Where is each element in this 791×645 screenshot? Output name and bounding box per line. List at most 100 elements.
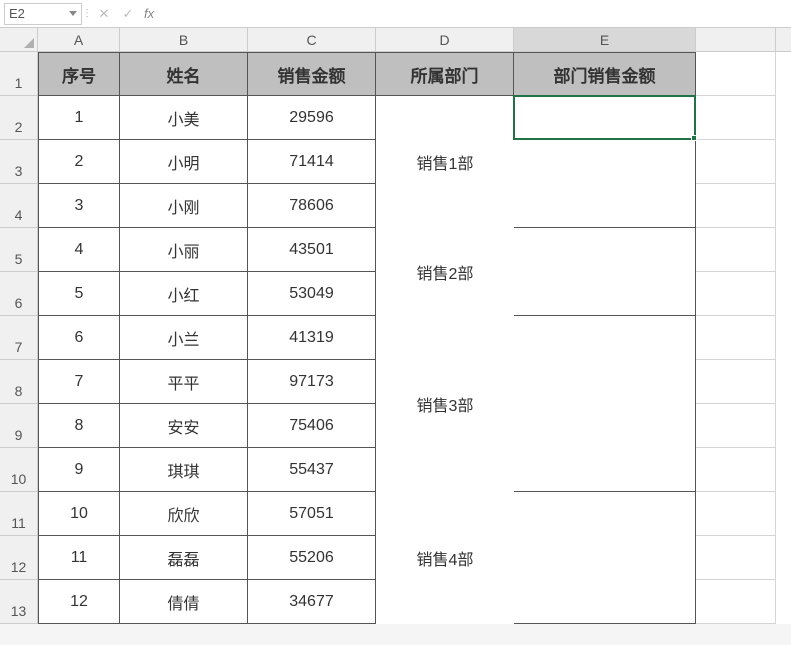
empty-cell[interactable] bbox=[696, 228, 776, 272]
cell-seq[interactable]: 2 bbox=[38, 140, 120, 184]
empty-cell[interactable] bbox=[696, 272, 776, 316]
select-all-corner[interactable] bbox=[0, 28, 38, 52]
cell-dept-amount-merged[interactable] bbox=[514, 96, 696, 140]
separator-icon: ⋮ bbox=[82, 8, 92, 19]
row-header[interactable]: 1 bbox=[0, 52, 38, 96]
cell-amount[interactable]: 41319 bbox=[248, 316, 376, 360]
cell-amount[interactable]: 55437 bbox=[248, 448, 376, 492]
cell-seq[interactable]: 6 bbox=[38, 316, 120, 360]
row-header[interactable]: 4 bbox=[0, 184, 38, 228]
cell-name[interactable]: 欣欣 bbox=[120, 492, 248, 536]
row-headers: 1 2 3 4 5 6 7 8 9 10 11 12 13 bbox=[0, 52, 38, 624]
cell-dept-amount-merged[interactable] bbox=[514, 360, 696, 404]
dept-label-4[interactable]: 销售4部 bbox=[376, 492, 514, 624]
col-header-blank[interactable] bbox=[696, 28, 776, 51]
cell-seq[interactable]: 11 bbox=[38, 536, 120, 580]
name-box-text: E2 bbox=[9, 6, 25, 21]
row-header[interactable]: 2 bbox=[0, 96, 38, 140]
cell-name[interactable]: 倩倩 bbox=[120, 580, 248, 624]
cell-name[interactable]: 小红 bbox=[120, 272, 248, 316]
cell-name[interactable]: 琪琪 bbox=[120, 448, 248, 492]
row-header[interactable]: 3 bbox=[0, 140, 38, 184]
row-header[interactable]: 8 bbox=[0, 360, 38, 404]
empty-cell[interactable] bbox=[696, 52, 776, 96]
empty-cell[interactable] bbox=[696, 96, 776, 140]
cell-dept-amount-merged[interactable] bbox=[514, 536, 696, 580]
dept-label-1[interactable]: 销售1部 bbox=[376, 96, 514, 228]
cell-name[interactable]: 小明 bbox=[120, 140, 248, 184]
empty-cell[interactable] bbox=[696, 492, 776, 536]
row-header[interactable]: 6 bbox=[0, 272, 38, 316]
cell-seq[interactable]: 4 bbox=[38, 228, 120, 272]
row-header[interactable]: 9 bbox=[0, 404, 38, 448]
cell-name[interactable]: 小丽 bbox=[120, 228, 248, 272]
col-header-b[interactable]: B bbox=[120, 28, 248, 51]
cell-amount[interactable]: 71414 bbox=[248, 140, 376, 184]
cell-dept-amount-merged[interactable] bbox=[514, 316, 696, 360]
cell-seq[interactable]: 8 bbox=[38, 404, 120, 448]
row-header[interactable]: 11 bbox=[0, 492, 38, 536]
cell-seq[interactable]: 1 bbox=[38, 96, 120, 140]
cell-name[interactable]: 小刚 bbox=[120, 184, 248, 228]
col-header-c[interactable]: C bbox=[248, 28, 376, 51]
cell-amount[interactable]: 53049 bbox=[248, 272, 376, 316]
header-dept[interactable]: 所属部门 bbox=[376, 52, 514, 96]
dropdown-icon[interactable] bbox=[69, 11, 77, 16]
row-header[interactable]: 10 bbox=[0, 448, 38, 492]
cell-amount[interactable]: 55206 bbox=[248, 536, 376, 580]
cell-seq[interactable]: 3 bbox=[38, 184, 120, 228]
fx-icon[interactable]: fx bbox=[140, 6, 158, 21]
cell-name[interactable]: 小美 bbox=[120, 96, 248, 140]
col-header-a[interactable]: A bbox=[38, 28, 120, 51]
empty-cell[interactable] bbox=[696, 448, 776, 492]
header-amount[interactable]: 销售金额 bbox=[248, 52, 376, 96]
cell-amount[interactable]: 97173 bbox=[248, 360, 376, 404]
header-dept-amount[interactable]: 部门销售金额 bbox=[514, 52, 696, 96]
col-header-d[interactable]: D bbox=[376, 28, 514, 51]
cell-dept-amount-merged[interactable] bbox=[514, 448, 696, 492]
empty-cell[interactable] bbox=[696, 580, 776, 624]
cell-dept-amount-merged[interactable] bbox=[514, 580, 696, 624]
empty-cell[interactable] bbox=[696, 140, 776, 184]
cell-seq[interactable]: 10 bbox=[38, 492, 120, 536]
col-header-e[interactable]: E bbox=[514, 28, 696, 51]
header-name[interactable]: 姓名 bbox=[120, 52, 248, 96]
cell-dept-amount-merged[interactable] bbox=[514, 492, 696, 536]
empty-cell[interactable] bbox=[696, 184, 776, 228]
confirm-icon: ✓ bbox=[116, 3, 140, 25]
dept-label-2[interactable]: 销售2部 bbox=[376, 228, 514, 316]
cell-name[interactable]: 磊磊 bbox=[120, 536, 248, 580]
cell-seq[interactable]: 5 bbox=[38, 272, 120, 316]
row-header[interactable]: 7 bbox=[0, 316, 38, 360]
cell-amount[interactable]: 34677 bbox=[248, 580, 376, 624]
cell-amount[interactable]: 57051 bbox=[248, 492, 376, 536]
cell-dept-amount-merged[interactable] bbox=[514, 228, 696, 272]
formula-input[interactable] bbox=[162, 3, 787, 25]
cell-dept-amount-merged[interactable] bbox=[514, 140, 696, 184]
cell-name[interactable]: 安安 bbox=[120, 404, 248, 448]
cell-amount[interactable]: 43501 bbox=[248, 228, 376, 272]
dept-label-3[interactable]: 销售3部 bbox=[376, 316, 514, 492]
row-header[interactable]: 5 bbox=[0, 228, 38, 272]
cell-amount[interactable]: 78606 bbox=[248, 184, 376, 228]
formula-bar: E2 ⋮ ✕ ✓ fx bbox=[0, 0, 791, 28]
sheet-area: A B C D E 1 2 3 4 5 6 7 8 9 10 11 12 13 … bbox=[0, 28, 791, 624]
name-box[interactable]: E2 bbox=[4, 3, 82, 25]
empty-cell[interactable] bbox=[696, 360, 776, 404]
row-header[interactable]: 13 bbox=[0, 580, 38, 624]
header-seq[interactable]: 序号 bbox=[38, 52, 120, 96]
cell-amount[interactable]: 29596 bbox=[248, 96, 376, 140]
cell-dept-amount-merged[interactable] bbox=[514, 272, 696, 316]
empty-cell[interactable] bbox=[696, 316, 776, 360]
cell-name[interactable]: 平平 bbox=[120, 360, 248, 404]
cell-dept-amount-merged[interactable] bbox=[514, 184, 696, 228]
cell-seq[interactable]: 9 bbox=[38, 448, 120, 492]
cell-seq[interactable]: 7 bbox=[38, 360, 120, 404]
row-header[interactable]: 12 bbox=[0, 536, 38, 580]
empty-cell[interactable] bbox=[696, 404, 776, 448]
cell-amount[interactable]: 75406 bbox=[248, 404, 376, 448]
cell-dept-amount-merged[interactable] bbox=[514, 404, 696, 448]
empty-cell[interactable] bbox=[696, 536, 776, 580]
cell-seq[interactable]: 12 bbox=[38, 580, 120, 624]
cell-name[interactable]: 小兰 bbox=[120, 316, 248, 360]
